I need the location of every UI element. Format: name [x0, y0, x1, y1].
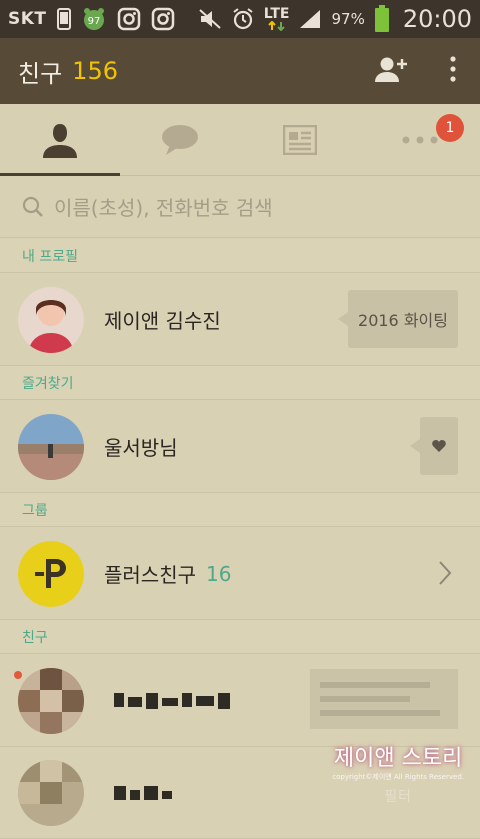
instagram-icon [151, 7, 175, 31]
favorite-row[interactable]: 울서방님 [0, 401, 480, 493]
avatar [18, 667, 84, 734]
watermark-title: 제이앤 스토리 [333, 746, 463, 771]
avatar [18, 286, 84, 353]
friend-count: 156 [72, 57, 118, 85]
svg-text:97: 97 [87, 16, 100, 27]
group-count: 16 [206, 561, 232, 586]
page-title: 친구 [18, 59, 63, 88]
instagram-icon [117, 7, 141, 31]
new-indicator [14, 671, 22, 679]
clock: 20:00 [402, 5, 472, 33]
pixelated-name [114, 785, 172, 800]
more-horiz-icon [402, 136, 438, 143]
lte-icon: LTE [264, 7, 289, 31]
avatar [18, 413, 84, 480]
my-profile-row[interactable]: 제이앤 김수진 2016 화이팅 [0, 274, 480, 366]
chat-bubble-icon [162, 124, 198, 155]
group-name: 플러스친구 [104, 563, 196, 587]
favorite-heart-button[interactable] [410, 417, 458, 475]
section-friends: 친구 [0, 620, 480, 654]
plus-friend-icon [18, 540, 84, 607]
profile-name: 제이앤 김수진 [104, 309, 221, 333]
carrier-label: SKT [8, 9, 47, 29]
add-friend-icon[interactable] [374, 55, 408, 87]
watermark-copyright: copyright©제이앤 All Rights Reserved. [332, 773, 464, 781]
section-groups: 그룹 [0, 493, 480, 527]
more-vert-icon[interactable] [450, 56, 456, 86]
heart-icon [432, 440, 446, 452]
unread-badge: 1 [436, 114, 464, 142]
phone-icon [56, 8, 71, 30]
chevron-right-icon[interactable] [438, 560, 452, 590]
person-icon [43, 123, 77, 158]
alarm-icon [231, 7, 255, 31]
tab-chats[interactable] [120, 104, 240, 175]
section-my-profile: 내 프로필 [0, 239, 480, 273]
battery-percent: 97% [331, 10, 365, 28]
search-bar[interactable]: 이름(초성), 전화번호 검색 [0, 176, 480, 238]
search-input[interactable]: 이름(초성), 전화번호 검색 [54, 192, 273, 221]
tab-friends[interactable] [0, 104, 120, 176]
tab-channel[interactable] [240, 104, 360, 175]
tab-bar: 1 [0, 104, 480, 176]
tab-more[interactable]: 1 [360, 104, 480, 175]
favorite-name: 울서방님 [104, 436, 178, 460]
mute-icon [198, 8, 222, 30]
status-bar: SKT 97 LTE 97% 20:00 [0, 0, 480, 38]
battery-icon [374, 5, 390, 33]
status-message: 2016 화이팅 [338, 290, 458, 348]
pixelated-status [310, 669, 458, 729]
section-favorites: 즐겨찾기 [0, 366, 480, 400]
watermark: 제이앤 스토리 copyright©제이앤 All Rights Reserve… [332, 740, 464, 806]
news-icon [283, 124, 317, 155]
group-row[interactable]: 플러스친구 16 [0, 528, 480, 620]
friend-row[interactable] [0, 655, 480, 747]
watermark-tail: 필터 [384, 789, 413, 805]
notification-badge-icon: 97 [81, 7, 107, 31]
search-icon [22, 196, 43, 217]
pixelated-name [114, 692, 230, 709]
signal-icon [298, 8, 322, 30]
avatar [18, 759, 84, 826]
app-header: 친구 156 [0, 38, 480, 104]
